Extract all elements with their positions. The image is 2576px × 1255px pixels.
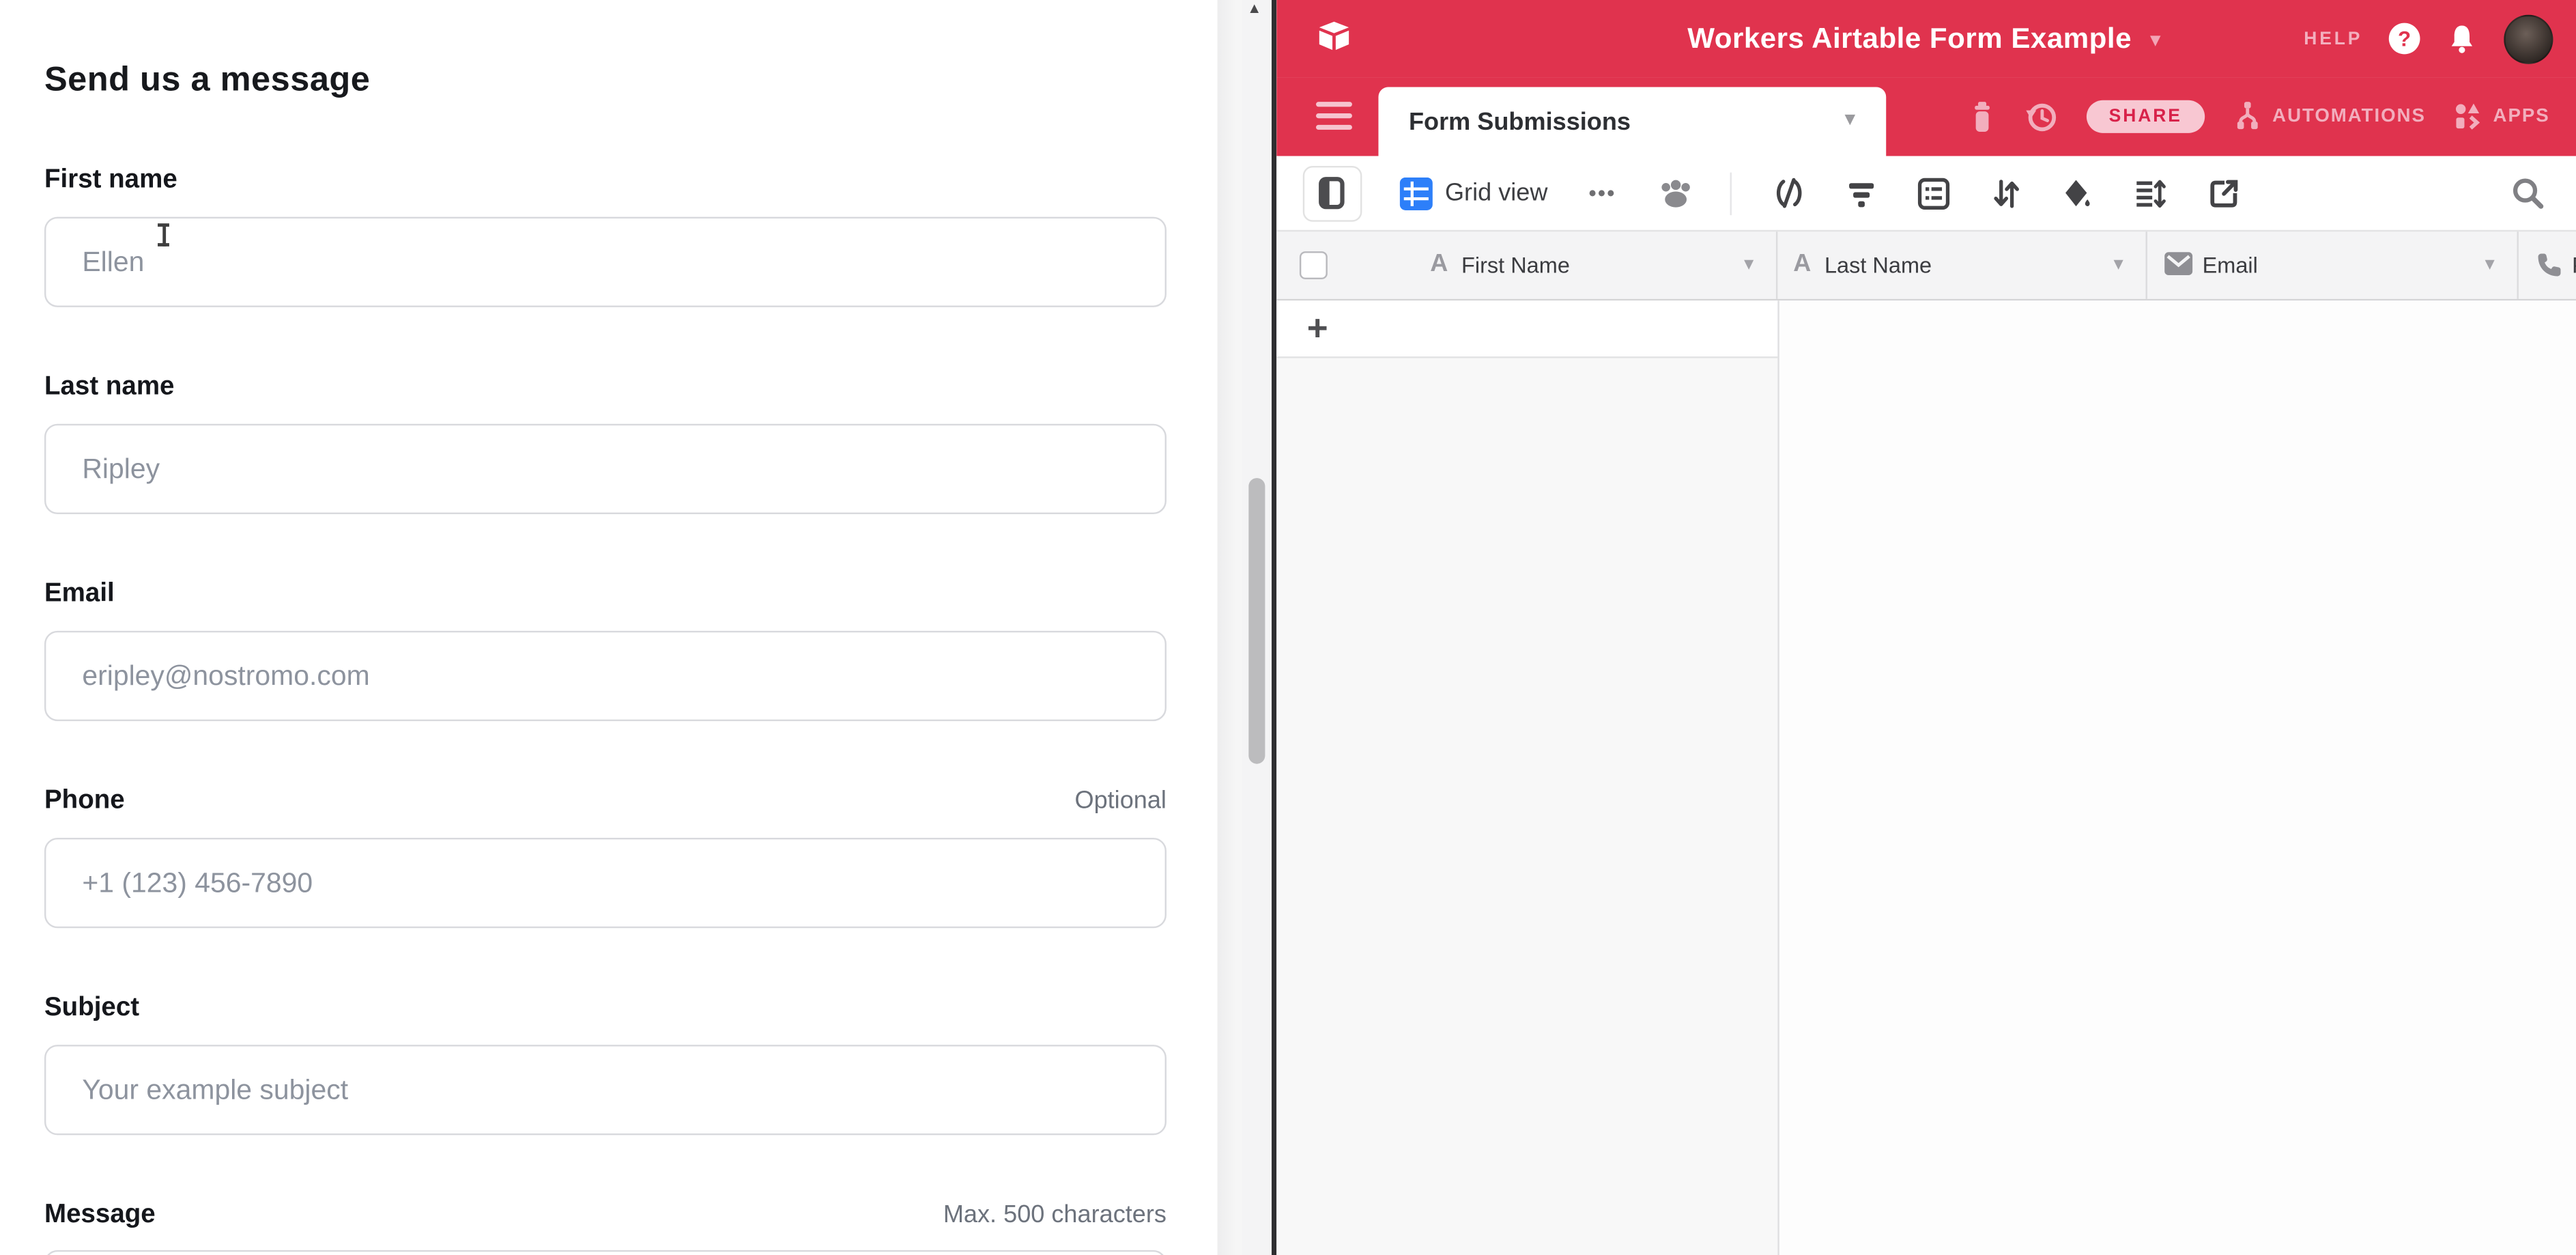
column-caret-icon[interactable]: ▼ (1741, 256, 1757, 274)
toolbar-divider (1730, 171, 1731, 214)
phone-label: Phone (44, 787, 125, 816)
tab-caret-icon[interactable]: ▼ (1841, 110, 1859, 130)
message-textarea[interactable]: Tenetur optio quaerat expedita vero et i… (44, 1250, 1167, 1255)
last-name-input[interactable]: Ripley (44, 424, 1167, 514)
apps-icon (2454, 102, 2483, 131)
view-name: Grid view (1445, 179, 1547, 207)
automations-icon (2233, 100, 2262, 133)
search-icon (2510, 175, 2545, 210)
color-icon (2061, 177, 2093, 210)
email-label: Email (44, 580, 115, 609)
airtable-tabbar: Form Submissions ▼ SHARE (1276, 77, 2576, 156)
trash-icon[interactable] (1968, 100, 1996, 133)
form-title: Send us a message (44, 61, 1167, 100)
user-avatar[interactable] (2504, 14, 2553, 63)
row-height-button[interactable] (2134, 177, 2166, 210)
hide-fields-button[interactable] (1772, 178, 1805, 209)
sort-icon (1990, 177, 2020, 210)
scroll-up-arrow-icon[interactable]: ▲ (1243, 0, 1266, 18)
phone-placeholder: +1 (123) 456-7890 (82, 866, 313, 899)
table-body: + (1276, 300, 2576, 1255)
automations-button[interactable]: AUTOMATIONS (2233, 100, 2425, 133)
subject-label: Subject (44, 994, 139, 1024)
first-name-label: First name (44, 166, 177, 195)
airtable-window: Workers Airtable Form Example ▼ HELP ? F… (1276, 0, 2576, 1255)
collaborators-button[interactable] (1657, 177, 1693, 210)
menu-hamburger-icon[interactable] (1315, 102, 1351, 130)
airtable-header: Workers Airtable Form Example ▼ HELP ? (1276, 0, 2576, 77)
group-icon (1917, 177, 1949, 210)
last-name-field-group: Last name Ripley (44, 373, 1167, 514)
filter-icon (1846, 178, 1876, 208)
table-tab-label: Form Submissions (1409, 108, 1631, 136)
text-field-type-icon: A (1793, 250, 1811, 278)
column-header-email[interactable]: Email ▼ (2147, 231, 2518, 299)
table-body-right-area (1777, 300, 2576, 1255)
share-button[interactable]: SHARE (2086, 100, 2205, 133)
view-options-ellipsis-button[interactable]: ••• (1589, 181, 1616, 206)
window-divider (1271, 0, 1276, 1255)
group-button[interactable] (1917, 177, 1949, 210)
email-field-group: Email eripley@nostromo.com (44, 580, 1167, 721)
text-field-type-icon: A (1430, 250, 1448, 278)
last-name-label: Last name (44, 373, 174, 402)
add-record-plus-icon[interactable]: + (1307, 307, 1328, 350)
message-maxchars-hint: Max. 500 characters (943, 1201, 1167, 1229)
message-field-group: Message Max. 500 characters Tenetur opti… (44, 1201, 1167, 1255)
column-header-last-name[interactable]: A Last Name ▼ (1777, 231, 2147, 299)
grid-view-icon (1399, 177, 1432, 210)
first-name-input[interactable]: Ellen (44, 217, 1167, 307)
view-sidebar-toggle-button[interactable] (1302, 165, 1362, 221)
filter-button[interactable] (1846, 178, 1876, 208)
first-name-placeholder: Ellen (82, 246, 144, 279)
hide-fields-icon (1772, 178, 1805, 209)
help-button[interactable]: HELP (2304, 29, 2362, 48)
add-record-row[interactable]: + (1276, 300, 1777, 358)
base-title-caret-icon[interactable]: ▼ (2147, 27, 2164, 51)
email-field-type-icon (2163, 251, 2192, 276)
phone-field-group: Phone Optional +1 (123) 456-7890 (44, 787, 1167, 928)
sidebar-panel-icon (1317, 175, 1345, 210)
subject-placeholder: Your example subject (82, 1073, 348, 1106)
history-icon[interactable] (2023, 100, 2058, 135)
phone-field-type-icon (2534, 251, 2562, 279)
email-placeholder: eripley@nostromo.com (82, 660, 369, 692)
base-title[interactable]: Workers Airtable Form Example (1687, 21, 2132, 56)
column-caret-icon[interactable]: ▼ (2482, 256, 2498, 274)
first-name-field-group: First name Ellen (44, 166, 1167, 307)
collaborators-icon (1657, 177, 1693, 210)
share-view-icon (2207, 177, 2240, 210)
contact-form-panel: Send us a message First name Ellen Last … (0, 0, 1218, 1255)
column-caret-icon[interactable]: ▼ (2110, 256, 2127, 274)
message-label: Message (44, 1201, 156, 1230)
phone-input[interactable]: +1 (123) 456-7890 (44, 838, 1167, 928)
email-input[interactable]: eripley@nostromo.com (44, 631, 1167, 721)
share-view-button[interactable] (2207, 177, 2240, 210)
help-question-icon[interactable]: ? (2389, 23, 2420, 55)
column-divider-line (1777, 300, 1778, 1255)
sort-button[interactable] (1990, 177, 2020, 210)
notifications-bell-icon[interactable] (2446, 22, 2478, 55)
column-header-first-name[interactable]: A First Name ▼ (1276, 231, 1777, 299)
tab-form-submissions[interactable]: Form Submissions ▼ (1377, 87, 1885, 156)
browser-scrollbar[interactable]: ▲ (1218, 0, 1271, 1255)
subject-input[interactable]: Your example subject (44, 1045, 1167, 1135)
subject-field-group: Subject Your example subject (44, 994, 1167, 1136)
apps-button[interactable]: APPS (2454, 102, 2550, 131)
color-button[interactable] (2061, 177, 2093, 210)
last-name-placeholder: Ripley (82, 453, 160, 485)
column-header-phone[interactable]: Phone (2518, 231, 2576, 299)
phone-optional-hint: Optional (1074, 787, 1166, 815)
scrollbar-thumb[interactable] (1248, 478, 1264, 764)
row-height-icon (2134, 177, 2166, 210)
view-toolbar: Grid view ••• (1276, 156, 2576, 230)
text-cursor-icon (158, 223, 169, 248)
table-header-row: A First Name ▼ A Last Name ▼ Email ▼ (1276, 230, 2576, 300)
view-switcher[interactable]: Grid view (1399, 177, 1548, 210)
search-button[interactable] (2510, 175, 2545, 218)
screen: Send us a message First name Ellen Last … (0, 0, 2576, 1255)
